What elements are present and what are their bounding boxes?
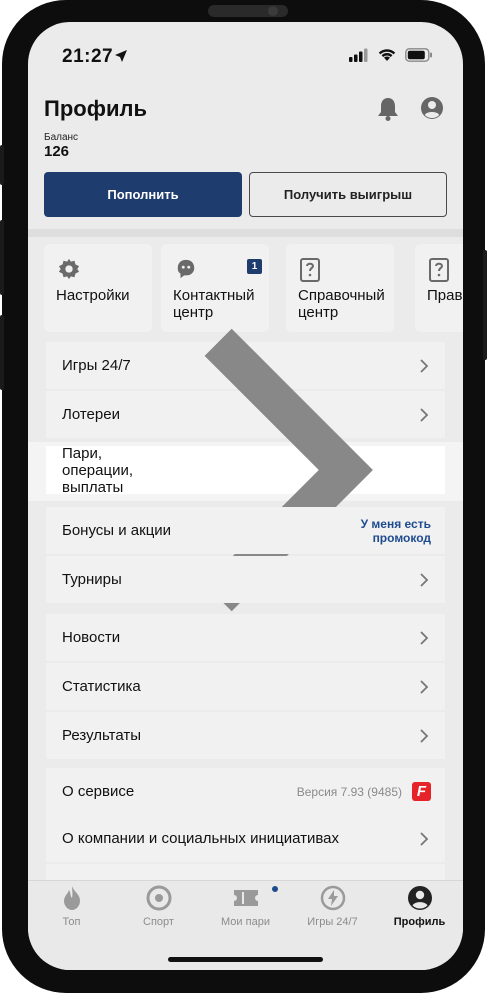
tab-label: Игры 24/7 (307, 916, 358, 928)
menu-item-bets[interactable]: Пари, операции, выплаты (46, 328, 445, 612)
tile-settings[interactable]: Настройки (44, 244, 152, 332)
promo-line2: промокод (372, 530, 431, 545)
menu-item-about[interactable]: О сервисе Версия 7.93 (9485) F (46, 768, 445, 815)
status-icons (349, 48, 433, 62)
tab-profile[interactable]: Профиль (376, 885, 463, 935)
question-doc-icon (300, 258, 320, 282)
menu-item-news[interactable]: Новости (46, 614, 445, 661)
status-time: 21:27 (62, 46, 114, 67)
target-icon (146, 885, 171, 911)
chevron-right-icon (420, 679, 429, 694)
tile-label-line2: центр (173, 304, 214, 321)
promo-code-link[interactable]: У меня есть промокод (361, 517, 431, 545)
menu-item-label: Пари, операции, выплаты (62, 444, 134, 496)
tile-label: Справочный (298, 287, 385, 304)
tile-contact-center[interactable]: 1 Контактный центр (161, 244, 269, 332)
withdraw-button[interactable]: Получить выигрыш (249, 172, 447, 217)
menu-item-label: Результаты (62, 727, 141, 744)
balance-label: Баланс (44, 132, 79, 143)
gear-icon (58, 258, 80, 280)
home-indicator (168, 957, 323, 962)
volume-up-button (0, 220, 4, 295)
bell-icon[interactable] (376, 96, 400, 122)
volume-down-button (0, 315, 4, 390)
question-doc-icon (429, 258, 449, 282)
support-icon (177, 259, 195, 279)
tab-notification-dot (272, 886, 278, 892)
location-arrow-icon (115, 50, 127, 62)
promo-line1: У меня есть (360, 516, 431, 531)
menu-item-label: Новости (62, 629, 121, 646)
signal-icon (349, 48, 368, 62)
side-button (0, 145, 4, 185)
section-divider (28, 229, 463, 237)
menu-item-results[interactable]: Результаты (46, 712, 445, 759)
chevron-right-icon (420, 728, 429, 743)
power-button (483, 250, 487, 360)
brand-logo-icon: F (412, 782, 431, 801)
account-icon[interactable] (420, 96, 444, 120)
chevron-right-icon (420, 572, 429, 587)
screen: 21:27 Профиль Баланс 126 Пополнить Получ… (28, 22, 463, 970)
profile-icon (407, 886, 432, 910)
page-title: Профиль (44, 96, 147, 121)
menu-item-label: Бонусы и акции (62, 522, 172, 539)
highlight-band: Пари, операции, выплаты (28, 328, 463, 612)
chevron-right-icon (420, 630, 429, 645)
tab-label: Спорт (143, 916, 174, 928)
menu-item-label: О сервисе (62, 783, 135, 800)
phone-frame: 21:27 Профиль Баланс 126 Пополнить Получ… (0, 0, 487, 993)
tab-sport[interactable]: Спорт (115, 885, 202, 935)
wifi-icon (378, 49, 396, 61)
tab-label: Мои пари (221, 916, 270, 928)
battery-icon (405, 48, 432, 62)
deposit-button[interactable]: Пополнить (44, 172, 242, 217)
tile-label: Прав (427, 287, 463, 304)
menu-item-bonuses[interactable]: Бонусы и акции У меня есть промокод (46, 507, 445, 554)
tab-label: Профиль (393, 916, 446, 928)
tile-label: Настройки (56, 287, 130, 304)
menu-item-company[interactable]: О компании и социальных инициативах (46, 815, 445, 862)
tab-label: Топ (62, 916, 81, 928)
menu-item-statistics[interactable]: Статистика (46, 663, 445, 710)
tile-label-line2: центр (298, 304, 339, 321)
app-version: Версия 7.93 (9485) (296, 784, 402, 799)
menu-item-label: Турниры (62, 571, 122, 588)
bolt-icon (320, 885, 345, 911)
notification-badge: 1 (247, 259, 262, 274)
tab-top[interactable]: Топ (28, 885, 115, 935)
camera-dot (268, 6, 278, 16)
menu-item-tournaments[interactable]: Турниры (46, 556, 445, 603)
menu-item-label: Статистика (62, 678, 141, 695)
chevron-right-icon (420, 831, 429, 846)
tile-rules[interactable]: Прав (415, 244, 463, 332)
status-bar: 21:27 (28, 22, 463, 88)
tab-my-bets[interactable]: Мои пари (202, 885, 289, 935)
ticket-icon (233, 890, 258, 906)
flame-icon (63, 886, 80, 910)
tab-games[interactable]: Игры 24/7 (289, 885, 376, 935)
tile-help-center[interactable]: Справочный центр (286, 244, 394, 332)
balance-value: 126 (44, 143, 70, 160)
menu-item-label: О компании и социальных инициативах (62, 830, 339, 847)
tile-label: Контактный (173, 287, 255, 304)
